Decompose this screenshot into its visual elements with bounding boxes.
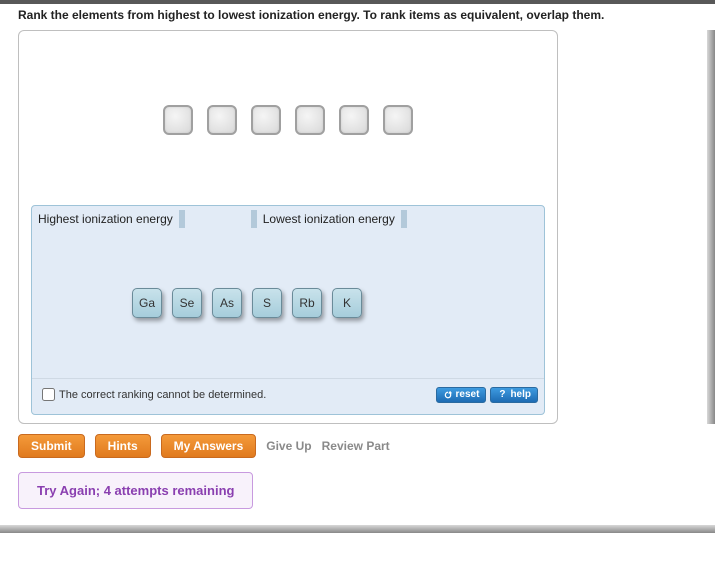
ranking-zone: Highest ionization energy Lowest ionizat… [31, 205, 545, 415]
cannot-determine-checkbox[interactable] [42, 388, 55, 401]
low-label: Lowest ionization energy [263, 212, 395, 226]
help-button[interactable]: ? help [490, 387, 538, 403]
feedback-message: Try Again; 4 attempts remaining [18, 472, 253, 509]
element-tile[interactable]: S [252, 288, 282, 318]
ranking-slots [31, 41, 545, 205]
help-label: help [510, 389, 531, 400]
element-tile[interactable]: K [332, 288, 362, 318]
element-tile[interactable]: As [212, 288, 242, 318]
element-tile[interactable]: Rb [292, 288, 322, 318]
divider-icon [251, 210, 257, 228]
rank-slot[interactable] [383, 105, 413, 135]
element-tile[interactable]: Ga [132, 288, 162, 318]
rank-slot[interactable] [295, 105, 325, 135]
rank-slot[interactable] [163, 105, 193, 135]
element-tile[interactable]: Se [172, 288, 202, 318]
cannot-determine-label: The correct ranking cannot be determined… [59, 389, 266, 401]
submit-button[interactable]: Submit [18, 434, 85, 458]
give-up-link[interactable]: Give Up [266, 439, 311, 453]
action-bar: Submit Hints My Answers Give Up Review P… [0, 424, 715, 458]
ranking-workspace: Highest ionization energy Lowest ionizat… [18, 30, 558, 424]
rank-slot[interactable] [251, 105, 281, 135]
my-answers-button[interactable]: My Answers [161, 434, 257, 458]
review-part-link[interactable]: Review Part [322, 439, 390, 453]
help-icon: ? [497, 390, 507, 400]
reset-label: reset [456, 389, 480, 400]
rank-slot[interactable] [207, 105, 237, 135]
high-label: Highest ionization energy [38, 212, 173, 226]
element-tile-row: Ga Se As S Rb K [32, 228, 544, 378]
divider-icon [401, 210, 407, 228]
reset-button[interactable]: reset [436, 387, 487, 403]
instruction-text: Rank the elements from highest to lowest… [0, 4, 715, 30]
reset-icon [443, 390, 453, 400]
divider-icon [179, 210, 185, 228]
rank-slot[interactable] [339, 105, 369, 135]
hints-button[interactable]: Hints [95, 434, 151, 458]
